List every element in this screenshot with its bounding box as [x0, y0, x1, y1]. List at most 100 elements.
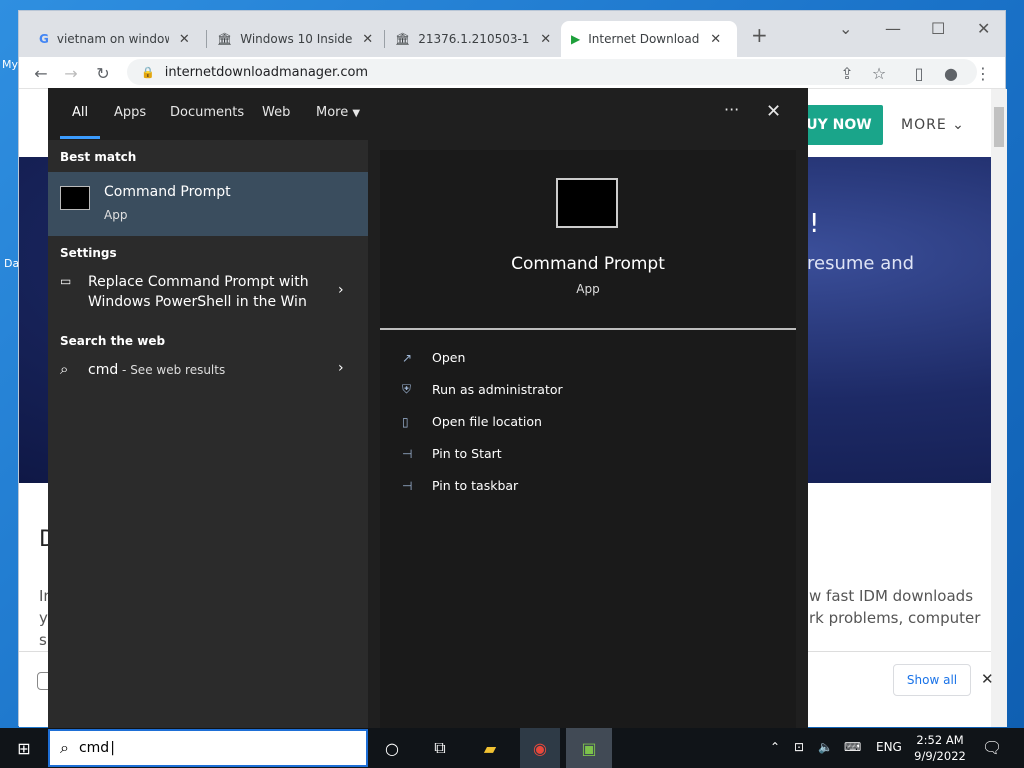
- options-icon[interactable]: ···: [724, 100, 739, 119]
- active-tab-indicator: [60, 136, 100, 139]
- pin-icon: ⊣: [402, 446, 413, 461]
- desktop-icon-label[interactable]: My: [2, 58, 18, 71]
- preview-divider: [380, 328, 796, 330]
- hero-text: resume and: [807, 253, 915, 274]
- best-match-heading: Best match: [60, 150, 137, 164]
- tab-apps[interactable]: Apps: [114, 105, 146, 120]
- file-location-icon: ▯: [402, 414, 409, 429]
- institution-icon: 🏛: [395, 32, 411, 46]
- close-window-icon[interactable]: ✕: [977, 19, 990, 38]
- menu-icon[interactable]: ⋮: [971, 61, 995, 85]
- network-icon[interactable]: ⊡: [794, 740, 804, 754]
- body-line: rk problems, computer: [809, 609, 981, 627]
- action-label: Open file location: [432, 414, 542, 429]
- tab-title: vietnam on windows: [56, 32, 169, 46]
- chrome-taskbar-icon[interactable]: ◉: [520, 728, 560, 768]
- action-label: Pin to Start: [432, 446, 502, 461]
- action-pin-to-taskbar[interactable]: ⊣ Pin to taskbar: [402, 478, 518, 493]
- action-pin-to-start[interactable]: ⊣ Pin to Start: [402, 446, 502, 461]
- back-icon[interactable]: ←: [29, 61, 53, 85]
- clock-time: 2:52 AM: [916, 733, 964, 747]
- keyboard-icon[interactable]: ⌨: [844, 740, 861, 754]
- search-filter-tabs: All Apps Documents Web More ▼ ··· ✕: [48, 88, 808, 140]
- preview-pane: Command Prompt App ↗ Open ⛨ Run as adminis…: [380, 150, 796, 728]
- chrome-icon: ◉: [533, 738, 547, 758]
- chevron-down-icon: ⌄: [952, 117, 965, 133]
- action-label: Open: [432, 350, 466, 365]
- settings-line: Windows PowerShell in the Win: [88, 294, 307, 310]
- browser-toolbar: ← → ↻ 🔒 internetdownloadmanager.com ⇪ ☆ …: [19, 57, 1005, 89]
- clock-date: 9/9/2022: [914, 749, 966, 763]
- more-label: MORE: [901, 117, 947, 133]
- tab-web[interactable]: Web: [262, 105, 290, 120]
- action-run-as-administrator[interactable]: ⛨ Run as administrator: [402, 382, 563, 397]
- search-panel: All Apps Documents Web More ▼ ··· ✕ Best…: [48, 88, 808, 728]
- profile-avatar[interactable]: ●: [939, 61, 963, 85]
- browser-tab-active[interactable]: ▶ Internet Download M ✕: [561, 21, 737, 57]
- clock[interactable]: 2:52 AM 9/9/2022: [914, 732, 966, 764]
- text-cursor: |: [110, 740, 115, 756]
- browser-tab[interactable]: 🏛 21376.1.210503-1432 ✕: [385, 21, 563, 57]
- tab-title: 21376.1.210503-1432: [418, 32, 530, 46]
- chevron-right-icon[interactable]: ›: [338, 360, 344, 376]
- language-indicator[interactable]: ENG: [876, 740, 902, 754]
- minimize-icon[interactable]: —: [885, 19, 901, 38]
- windows-start-icon[interactable]: ⊞: [10, 734, 38, 762]
- settings-item-text: Replace Command Prompt with Windows Powe…: [88, 272, 309, 312]
- maximize-icon[interactable]: ☐: [931, 19, 945, 38]
- close-search-icon[interactable]: ✕: [766, 101, 781, 122]
- settings-item[interactable]: ▭ Replace Command Prompt with Windows Po…: [48, 268, 368, 316]
- new-tab-icon[interactable]: +: [751, 23, 768, 47]
- search-icon: ⌕: [60, 360, 69, 378]
- cortana-icon[interactable]: ○: [378, 734, 406, 762]
- close-tab-icon[interactable]: ✕: [540, 32, 551, 47]
- reload-icon[interactable]: ↻: [91, 61, 115, 85]
- close-download-bar-icon[interactable]: ✕: [981, 670, 994, 688]
- forward-icon[interactable]: →: [59, 61, 83, 85]
- close-tab-icon[interactable]: ✕: [179, 32, 190, 47]
- show-all-button[interactable]: Show all: [893, 664, 971, 696]
- tab-strip: G vietnam on windows ✕ 🏛 Windows 10 Insi…: [19, 11, 1005, 57]
- taskbar-search-input[interactable]: ⌕ cmd |: [48, 729, 368, 767]
- google-icon: G: [39, 32, 49, 46]
- buy-now-button[interactable]: UY NOW: [795, 105, 883, 145]
- file-explorer-icon[interactable]: ▰: [476, 734, 504, 762]
- desktop-icon-label[interactable]: Da: [4, 257, 19, 270]
- notification-icon[interactable]: 🗨: [982, 738, 1002, 757]
- show-hidden-icons-icon[interactable]: ⌃: [770, 740, 780, 754]
- volume-icon[interactable]: 🔈: [818, 740, 833, 754]
- page-scrollbar[interactable]: [991, 89, 1007, 727]
- idm-taskbar-icon[interactable]: ▣: [566, 728, 612, 768]
- browser-tab[interactable]: 🏛 Windows 10 Insider B ✕: [207, 21, 385, 57]
- more-menu[interactable]: MORE ⌄: [901, 117, 965, 133]
- preview-title: Command Prompt: [511, 254, 665, 274]
- side-panel-icon[interactable]: ▯: [907, 61, 931, 85]
- best-match-title: Command Prompt: [104, 184, 231, 200]
- shield-icon: ⛨: [402, 382, 412, 396]
- browser-tab[interactable]: G vietnam on windows ✕: [29, 21, 207, 57]
- results-list: Best match Command Prompt App Settings ▭…: [48, 140, 368, 728]
- cmd-large-icon: [556, 178, 618, 228]
- close-tab-icon[interactable]: ✕: [710, 32, 721, 47]
- taskbar: ⊞ ⌕ cmd | ○ ⧉ ▰ ◉ ▣ ⌃ ⊡ 🔈 ⌨ ENG 2:52 AM 9…: [0, 728, 1024, 768]
- preview-subtitle: App: [576, 282, 600, 296]
- hero-exclaim: !: [809, 209, 820, 239]
- web-result-item[interactable]: ⌕ cmd - See web results ›: [48, 354, 368, 394]
- task-view-icon[interactable]: ⧉: [426, 734, 454, 762]
- tab-more[interactable]: More ▼: [316, 105, 360, 120]
- action-label: Run as administrator: [432, 382, 563, 397]
- tab-documents[interactable]: Documents: [170, 105, 244, 120]
- pin-icon: ⊣: [402, 478, 413, 493]
- action-open-file-location[interactable]: ▯ Open file location: [402, 414, 542, 429]
- settings-heading: Settings: [60, 246, 117, 260]
- chevron-right-icon[interactable]: ›: [338, 282, 344, 298]
- tab-all[interactable]: All: [72, 105, 88, 120]
- action-open[interactable]: ↗ Open: [402, 350, 465, 365]
- tab-search-icon[interactable]: ⌄: [839, 19, 852, 38]
- star-icon[interactable]: ☆: [867, 61, 891, 85]
- idm-play-icon: ▶: [571, 32, 581, 46]
- share-icon[interactable]: ⇪: [835, 61, 859, 85]
- best-match-item[interactable]: Command Prompt App: [48, 172, 368, 236]
- close-tab-icon[interactable]: ✕: [362, 32, 373, 47]
- scrollbar-thumb[interactable]: [994, 107, 1004, 147]
